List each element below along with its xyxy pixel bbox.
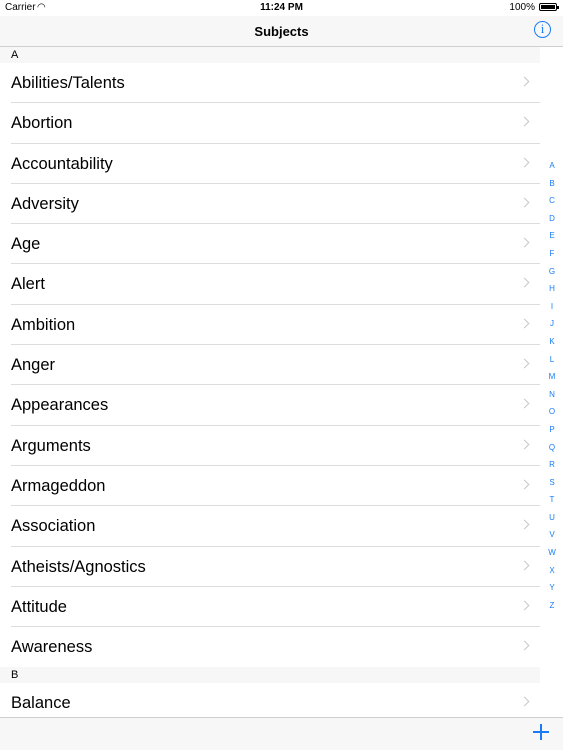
list-item-label: Anger bbox=[11, 356, 56, 375]
chevron-right-icon bbox=[519, 479, 530, 490]
index-letter-c[interactable]: C bbox=[543, 192, 561, 210]
plus-icon[interactable] bbox=[533, 724, 549, 740]
index-letter-g[interactable]: G bbox=[543, 263, 561, 281]
bottom-toolbar bbox=[0, 717, 563, 750]
index-letter-q[interactable]: Q bbox=[543, 439, 561, 457]
list-item[interactable]: Atheists/Agnostics bbox=[0, 546, 540, 588]
index-letter-u[interactable]: U bbox=[543, 509, 561, 527]
list-item-label: Appearances bbox=[11, 396, 109, 415]
list-item[interactable]: Accountability bbox=[0, 143, 540, 185]
index-letter-v[interactable]: V bbox=[543, 526, 561, 544]
page-title: Subjects bbox=[254, 24, 309, 39]
list-item-label: Attitude bbox=[11, 597, 67, 616]
list-item[interactable]: Ambition bbox=[0, 304, 540, 346]
list-item[interactable]: Awareness bbox=[0, 627, 540, 668]
index-letter-b[interactable]: B bbox=[543, 175, 561, 193]
index-letter-f[interactable]: F bbox=[543, 245, 561, 263]
list-item-label: Association bbox=[11, 517, 96, 536]
chevron-right-icon bbox=[519, 116, 530, 127]
chevron-right-icon bbox=[519, 560, 530, 571]
index-letter-d[interactable]: D bbox=[543, 210, 561, 228]
index-letter-o[interactable]: O bbox=[543, 403, 561, 421]
status-bar: Carrier ◠ 11:24 PM 100% bbox=[0, 0, 563, 16]
list-item-label: Age bbox=[11, 235, 41, 254]
status-time: 11:24 PM bbox=[260, 2, 303, 13]
list-item-label: Abortion bbox=[11, 114, 73, 133]
index-letter-x[interactable]: X bbox=[543, 562, 561, 580]
index-letter-i[interactable]: I bbox=[543, 298, 561, 316]
index-letter-e[interactable]: E bbox=[543, 227, 561, 245]
chevron-right-icon bbox=[519, 439, 530, 450]
index-letter-r[interactable]: R bbox=[543, 456, 561, 474]
list-item[interactable]: Abilities/Talents bbox=[0, 63, 540, 104]
index-letter-s[interactable]: S bbox=[543, 474, 561, 492]
navigation-bar: Subjects i bbox=[0, 16, 563, 47]
list-item[interactable]: Adversity bbox=[0, 183, 540, 225]
subjects-list[interactable]: A Abilities/Talents Abortion Accountability… bbox=[0, 47, 540, 717]
list-item-label: Alert bbox=[11, 275, 45, 294]
chevron-right-icon bbox=[519, 600, 530, 611]
list-item-label: Atheists/Agnostics bbox=[11, 557, 146, 576]
list-item[interactable]: Association bbox=[0, 506, 540, 547]
chevron-right-icon bbox=[519, 197, 530, 208]
list-item[interactable]: Balance bbox=[0, 683, 540, 717]
chevron-right-icon bbox=[519, 237, 530, 248]
list-item-label: Balance bbox=[11, 694, 71, 713]
index-letter-p[interactable]: P bbox=[543, 421, 561, 439]
index-letter-n[interactable]: N bbox=[543, 386, 561, 404]
index-letter-t[interactable]: T bbox=[543, 491, 561, 509]
index-letter-z[interactable]: Z bbox=[543, 597, 561, 615]
index-letter-j[interactable]: J bbox=[543, 315, 561, 333]
index-letter-a[interactable]: A bbox=[543, 157, 561, 175]
section-header: A bbox=[0, 47, 540, 63]
index-letter-k[interactable]: K bbox=[543, 333, 561, 351]
list-item[interactable]: Arguments bbox=[0, 425, 540, 467]
list-item-label: Accountability bbox=[11, 154, 113, 173]
list-item[interactable]: Abortion bbox=[0, 103, 540, 144]
battery-icon bbox=[539, 3, 559, 11]
list-item-label: Abilities/Talents bbox=[11, 74, 125, 92]
list-item-label: Adversity bbox=[11, 194, 79, 213]
index-letter-w[interactable]: W bbox=[543, 544, 561, 562]
chevron-right-icon bbox=[519, 358, 530, 369]
list-item[interactable]: Anger bbox=[0, 345, 540, 386]
list-item[interactable]: Armageddon bbox=[0, 465, 540, 507]
index-letter-h[interactable]: H bbox=[543, 280, 561, 298]
section-header: B bbox=[0, 667, 540, 684]
list-item[interactable]: Alert bbox=[0, 264, 540, 306]
chevron-right-icon bbox=[519, 157, 530, 168]
chevron-right-icon bbox=[519, 278, 530, 288]
list-item[interactable]: Appearances bbox=[0, 385, 540, 426]
index-letter-y[interactable]: Y bbox=[543, 579, 561, 597]
list-item[interactable]: Age bbox=[0, 224, 540, 265]
list-item[interactable]: Attitude bbox=[0, 586, 540, 628]
index-letter-m[interactable]: M bbox=[543, 368, 561, 386]
index-letter-l[interactable]: L bbox=[543, 351, 561, 369]
chevron-right-icon bbox=[519, 76, 530, 87]
chevron-right-icon bbox=[519, 697, 530, 707]
list-item-label: Armageddon bbox=[11, 476, 106, 495]
list-item-label: Ambition bbox=[11, 315, 76, 334]
battery-percentage: 100% bbox=[509, 2, 535, 13]
info-icon[interactable]: i bbox=[534, 21, 551, 38]
chevron-right-icon bbox=[519, 640, 530, 651]
chevron-right-icon bbox=[519, 318, 530, 329]
section-index[interactable]: ABCDEFGHIJKLMNOPQRSTUVWXYZ bbox=[543, 157, 561, 614]
list-item-label: Arguments bbox=[11, 436, 91, 455]
chevron-right-icon bbox=[519, 398, 530, 409]
chevron-right-icon bbox=[519, 519, 530, 530]
list-item-label: Awareness bbox=[11, 638, 93, 657]
